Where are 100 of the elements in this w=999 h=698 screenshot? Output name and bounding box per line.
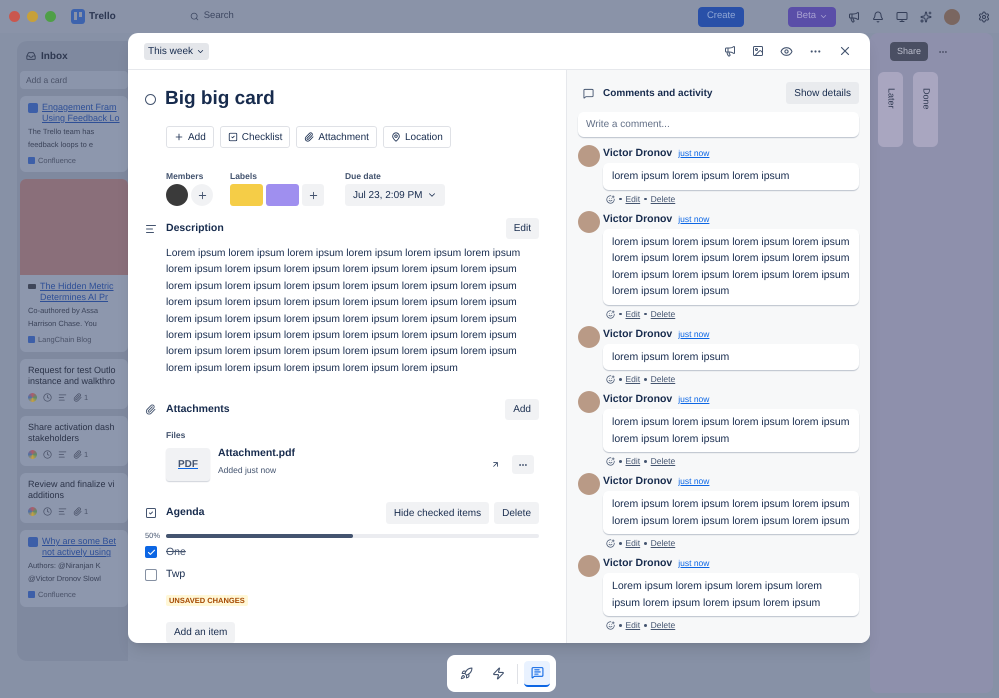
comment-author: Victor Dronov <box>603 326 672 342</box>
comment-action-link[interactable]: Delete <box>650 537 676 550</box>
bell-icon[interactable] <box>872 10 884 22</box>
description-icon <box>58 450 67 459</box>
add-reaction-icon[interactable] <box>606 375 615 384</box>
megaphone-icon[interactable] <box>724 45 736 57</box>
screen-icon[interactable] <box>896 10 908 22</box>
hide-checked-button[interactable]: Hide checked items <box>386 502 490 524</box>
card-title: Big big card <box>165 86 275 111</box>
card-title: Share activation dash <box>28 422 115 433</box>
comment-time-link[interactable]: just now <box>678 557 710 570</box>
checkbox[interactable] <box>145 568 157 581</box>
edit-button[interactable]: Edit <box>506 218 539 239</box>
page-icon <box>28 537 38 548</box>
paperclip-icon <box>145 404 156 416</box>
page-icon <box>28 103 38 113</box>
file-name[interactable]: Attachment.pdf <box>218 446 295 462</box>
comment-action-link[interactable]: Delete <box>650 619 676 632</box>
logo-icon <box>71 9 86 24</box>
checkbox[interactable] <box>145 546 157 558</box>
due-date-dropdown[interactable]: Jul 23, 2:09 PM <box>345 184 446 206</box>
add-item-button[interactable]: Add an item <box>166 622 236 643</box>
comment-action-link[interactable]: Delete <box>650 455 676 468</box>
checklist-item[interactable]: Twp <box>166 566 186 583</box>
member-avatar[interactable] <box>166 184 188 206</box>
list-dropdown[interactable]: This week <box>144 42 210 60</box>
comment-time-link[interactable]: just now <box>678 212 710 226</box>
source-icon <box>28 157 35 164</box>
add-reaction-icon[interactable] <box>606 539 615 548</box>
add-reaction-icon[interactable] <box>606 621 615 630</box>
source-icon <box>28 591 35 598</box>
comment-time-link[interactable]: just now <box>678 328 710 340</box>
image-icon[interactable] <box>752 45 764 57</box>
add-icon <box>174 132 184 142</box>
dot-separator <box>619 198 622 200</box>
action-button[interactable]: Checklist <box>220 126 290 148</box>
description-icon <box>145 222 157 234</box>
paperclip-icon <box>73 507 82 516</box>
comment-action-link[interactable]: Edit <box>626 619 640 632</box>
paperclip-icon <box>73 392 82 402</box>
comment-action-link[interactable]: Edit <box>626 455 640 468</box>
field-label: Members <box>166 170 204 180</box>
field-label: Labels <box>230 170 258 180</box>
link-icon <box>28 284 36 290</box>
comment-action-link[interactable]: Edit <box>626 537 640 550</box>
comment-action-link[interactable]: Edit <box>626 192 640 206</box>
description-text: Lorem ipsum lorem ipsum lorem ipsum lorem ipsum lorem ipsum lorem ipsum lorem ipsum lorem ipsum lorem ipsum lorem ipsum lorem ipsum lorem ipsum lorem ipsum lorem ipsum lorem ipsum lorem ipsum lorem ipsum lorem ipsum lorem ipsum lorem ipsum lorem ipsum lorem ipsum lorem ipsum lorem ipsum lorem ipsum lorem ipsum lorem ipsum lorem ipsum lorem ipsum lorem ipsum lorem ipsum lorem ipsum lorem ipsum lorem ipsum lorem ipsum lorem ipsum lorem ipsum lorem ipsum lorem ipsum lorem ipsum lorem ipsum lorem ipsum lorem ipsum lorem ipsum lorem ipsum lorem ipsum lorem ipsum <box>165 247 522 376</box>
action-button[interactable]: Attachment <box>296 126 377 148</box>
show-details-button[interactable]: Show details <box>786 82 859 104</box>
list-title: Inbox <box>41 50 68 64</box>
dot-separator <box>619 542 622 545</box>
megaphone-icon[interactable] <box>848 10 860 22</box>
dot-separator <box>644 542 647 545</box>
comment-time-link[interactable]: just now <box>678 147 710 160</box>
add-attachment-button[interactable]: Add <box>505 399 539 420</box>
action-button[interactable]: Add <box>166 126 214 148</box>
description-icon <box>58 392 67 402</box>
add-reaction-icon[interactable] <box>606 310 615 318</box>
complete-toggle[interactable] <box>145 94 156 104</box>
action-button[interactable]: Location <box>382 126 451 148</box>
add-member-button[interactable] <box>191 184 213 206</box>
comment-author: Victor Dronov <box>603 556 672 571</box>
avatar <box>578 145 600 167</box>
comment-action-link[interactable]: Delete <box>650 308 676 320</box>
collapsed-list[interactable]: Later <box>878 72 903 147</box>
collapsed-list[interactable]: Done <box>913 72 938 147</box>
app-logo-icon <box>28 450 37 459</box>
comment-action-link[interactable]: Edit <box>626 373 640 386</box>
comment-author: Victor Dronov <box>603 146 672 161</box>
add-reaction-icon[interactable] <box>606 194 615 204</box>
file-added-time: Added just now <box>218 464 278 477</box>
sparkles-icon[interactable] <box>920 10 932 22</box>
comment-action-link[interactable]: Delete <box>650 192 676 206</box>
close-icon[interactable] <box>838 44 852 58</box>
open-link-icon[interactable] <box>491 460 500 469</box>
app-name: Trello <box>89 10 116 24</box>
dot-separator <box>619 624 622 627</box>
delete-button[interactable]: Delete <box>494 502 539 524</box>
add-label-button[interactable] <box>302 184 324 206</box>
comment-action-link[interactable]: Edit <box>626 308 640 320</box>
comment-text: lorem ipsum lorem ipsum lorem ipsum lorem ipsum lorem ipsum lorem ipsum lorem ipsum lorem ipsum lorem ipsum lorem ipsum lorem ipsum lorem ipsum lorem ipsum lorem ipsum <box>603 228 859 304</box>
watch-icon[interactable] <box>780 44 793 58</box>
settings-icon[interactable] <box>978 10 990 22</box>
comment-time-link[interactable]: just now <box>678 393 710 406</box>
share-button[interactable]: Share <box>890 42 928 61</box>
comment-icon[interactable] <box>524 660 550 686</box>
avatar <box>578 555 600 577</box>
checklist-item[interactable]: One <box>166 544 186 560</box>
dot-separator <box>619 312 622 316</box>
plus-icon <box>308 190 318 200</box>
clock-icon <box>43 392 52 402</box>
comment-time-link[interactable]: just now <box>678 475 710 488</box>
add-reaction-icon[interactable] <box>606 457 615 466</box>
checklist-icon <box>228 132 238 142</box>
comment-action-link[interactable]: Delete <box>650 373 676 386</box>
comment-field[interactable]: Write a comment... <box>578 112 859 137</box>
comment-text: lorem ipsum lorem ipsum lorem ipsum <box>603 163 859 190</box>
file-thumbnail[interactable]: PDF <box>166 448 210 481</box>
attachment-icon <box>304 132 314 142</box>
comment-icon <box>583 88 594 98</box>
